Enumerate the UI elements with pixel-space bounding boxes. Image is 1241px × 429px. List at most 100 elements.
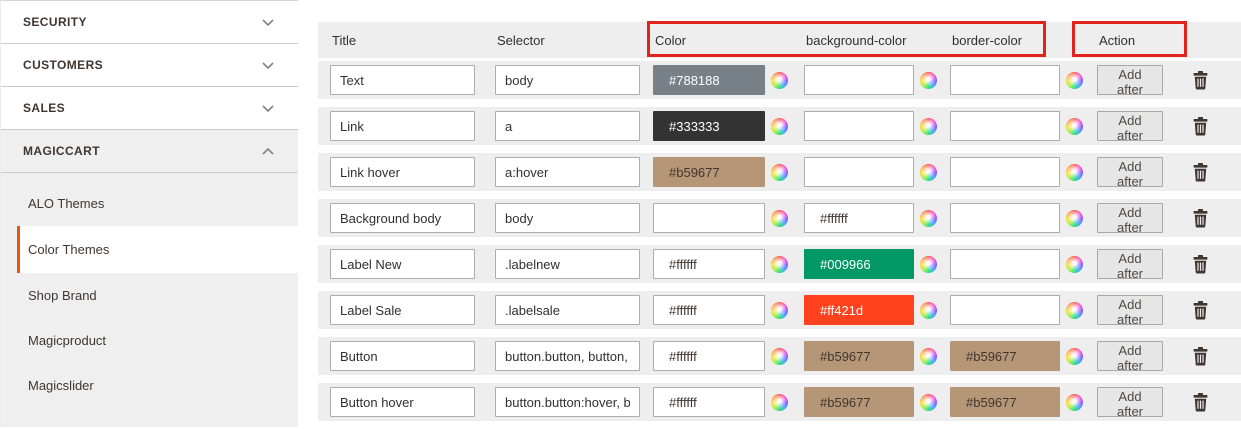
color-input[interactable] [653, 295, 765, 325]
color-wheel-icon[interactable] [1066, 302, 1083, 319]
background-color-input[interactable] [804, 295, 914, 325]
delete-row-button[interactable] [1192, 393, 1209, 412]
title-input[interactable] [330, 203, 475, 233]
title-input[interactable] [330, 249, 475, 279]
color-wheel-icon[interactable] [1066, 164, 1083, 181]
background-color-input[interactable] [804, 157, 914, 187]
color-wheel-icon[interactable] [920, 302, 937, 319]
color-input[interactable] [653, 341, 765, 371]
selector-input[interactable] [495, 249, 640, 279]
header-selector: Selector [497, 33, 642, 48]
selector-input[interactable] [495, 341, 640, 371]
color-wheel-icon[interactable] [771, 394, 788, 411]
delete-row-button[interactable] [1192, 209, 1209, 228]
sidebar-item-magicproduct[interactable]: Magicproduct [1, 318, 298, 363]
title-input[interactable] [330, 157, 475, 187]
border-color-input[interactable] [950, 387, 1060, 417]
section-label: SALES [23, 101, 65, 115]
sidebar-section-sales[interactable]: SALES [1, 87, 298, 130]
add-after-button[interactable]: Add after [1097, 249, 1163, 279]
border-color-input[interactable] [950, 341, 1060, 371]
delete-row-button[interactable] [1192, 117, 1209, 136]
title-input[interactable] [330, 295, 475, 325]
table-row: Add after [318, 291, 1241, 329]
color-input[interactable] [653, 111, 765, 141]
background-color-input[interactable] [804, 65, 914, 95]
title-input[interactable] [330, 387, 475, 417]
selector-input[interactable] [495, 157, 640, 187]
selector-input[interactable] [495, 295, 640, 325]
color-input[interactable] [653, 249, 765, 279]
color-input[interactable] [653, 387, 765, 417]
sidebar-item-alo-themes[interactable]: ALO Themes [1, 181, 298, 226]
chevron-down-icon [262, 105, 274, 112]
color-wheel-icon[interactable] [1066, 348, 1083, 365]
background-color-input[interactable] [804, 203, 914, 233]
color-wheel-icon[interactable] [1066, 72, 1083, 89]
title-input[interactable] [330, 341, 475, 371]
background-color-input[interactable] [804, 249, 914, 279]
add-after-button[interactable]: Add after [1097, 341, 1163, 371]
add-after-button[interactable]: Add after [1097, 157, 1163, 187]
sidebar-item-magicslider[interactable]: Magicslider [1, 363, 298, 408]
delete-row-button[interactable] [1192, 347, 1209, 366]
selector-input[interactable] [495, 65, 640, 95]
sidebar-item-color-themes[interactable]: Color Themes [17, 226, 298, 273]
add-after-button[interactable]: Add after [1097, 111, 1163, 141]
border-color-input[interactable] [950, 249, 1060, 279]
border-color-input[interactable] [950, 111, 1060, 141]
title-input[interactable] [330, 111, 475, 141]
border-color-input[interactable] [950, 157, 1060, 187]
background-color-input[interactable] [804, 341, 914, 371]
color-input[interactable] [653, 157, 765, 187]
color-wheel-icon[interactable] [771, 210, 788, 227]
sidebar-section-magiccart[interactable]: MAGICCART [1, 130, 298, 173]
table-body: Add after [318, 61, 1241, 421]
color-wheel-icon[interactable] [1066, 256, 1083, 273]
sidebar-section-customers[interactable]: CUSTOMERS [1, 44, 298, 87]
border-color-input[interactable] [950, 295, 1060, 325]
title-input[interactable] [330, 65, 475, 95]
selector-input[interactable] [495, 387, 640, 417]
table-header-row: Title Selector Color background-color bo… [318, 22, 1241, 58]
color-wheel-icon[interactable] [920, 210, 937, 227]
delete-row-button[interactable] [1192, 301, 1209, 320]
sidebar-item-shop-brand[interactable]: Shop Brand [1, 273, 298, 318]
selector-input[interactable] [495, 203, 640, 233]
color-wheel-icon[interactable] [920, 256, 937, 273]
color-wheel-icon[interactable] [1066, 394, 1083, 411]
chevron-down-icon [262, 19, 274, 26]
color-wheel-icon[interactable] [1066, 118, 1083, 135]
sidebar-section-security[interactable]: SECURITY [1, 1, 298, 44]
color-wheel-icon[interactable] [771, 164, 788, 181]
color-wheel-icon[interactable] [771, 72, 788, 89]
add-after-button[interactable]: Add after [1097, 387, 1163, 417]
background-color-input[interactable] [804, 111, 914, 141]
table-row: Add after [318, 107, 1241, 145]
color-wheel-icon[interactable] [920, 394, 937, 411]
color-wheel-icon[interactable] [771, 256, 788, 273]
color-wheel-icon[interactable] [1066, 210, 1083, 227]
color-wheel-icon[interactable] [771, 118, 788, 135]
color-wheel-icon[interactable] [920, 72, 937, 89]
color-input[interactable] [653, 203, 765, 233]
color-wheel-icon[interactable] [771, 302, 788, 319]
table-row: Add after [318, 337, 1241, 375]
delete-row-button[interactable] [1192, 163, 1209, 182]
color-wheel-icon[interactable] [920, 164, 937, 181]
selector-input[interactable] [495, 111, 640, 141]
table-row: Add after [318, 199, 1241, 237]
border-color-input[interactable] [950, 203, 1060, 233]
border-color-input[interactable] [950, 65, 1060, 95]
background-color-input[interactable] [804, 387, 914, 417]
add-after-button[interactable]: Add after [1097, 203, 1163, 233]
add-after-button[interactable]: Add after [1097, 65, 1163, 95]
color-wheel-icon[interactable] [920, 118, 937, 135]
delete-row-button[interactable] [1192, 255, 1209, 274]
delete-row-button[interactable] [1192, 71, 1209, 90]
color-wheel-icon[interactable] [920, 348, 937, 365]
color-wheel-icon[interactable] [771, 348, 788, 365]
color-input[interactable] [653, 65, 765, 95]
header-border-color: border-color [952, 33, 1085, 48]
add-after-button[interactable]: Add after [1097, 295, 1163, 325]
